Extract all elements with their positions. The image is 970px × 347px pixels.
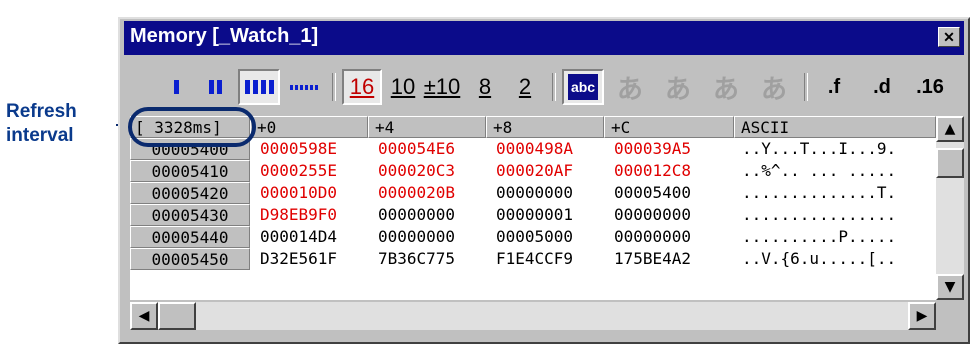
double-format-button[interactable]: .d bbox=[862, 69, 902, 105]
value-cell[interactable]: 00000000 bbox=[614, 226, 691, 248]
scroll-up-button[interactable]: ▲ bbox=[936, 116, 964, 142]
table-row: 00005410 0000255E 000020C3 000020AF 0000… bbox=[130, 160, 936, 182]
value-cell[interactable]: 0000255E bbox=[260, 160, 337, 182]
ascii-cell[interactable]: ................ bbox=[742, 204, 896, 226]
column-header-4: +4 bbox=[368, 116, 486, 138]
euc-mode-button[interactable]: あ bbox=[704, 69, 748, 105]
column-2-button[interactable] bbox=[198, 69, 232, 105]
address-cell[interactable]: 00005450 bbox=[130, 248, 250, 270]
radix-hex-button[interactable]: 16 bbox=[342, 69, 382, 105]
arrow-up-icon: ▲ bbox=[944, 121, 956, 137]
callout-line-1: Refresh bbox=[6, 101, 77, 122]
refresh-interval-callout: Refresh interval bbox=[6, 100, 77, 148]
ascii-cell[interactable]: ..V.{6.u.....[.. bbox=[742, 248, 896, 270]
close-button[interactable]: ✕ bbox=[938, 27, 960, 47]
two-columns-icon bbox=[208, 80, 222, 94]
value-cell[interactable]: 175BE4A2 bbox=[614, 248, 691, 270]
horizontal-scrollbar[interactable]: ◀ ▶ bbox=[130, 302, 936, 330]
toolbar-separator bbox=[804, 73, 808, 101]
column-header-0: +0 bbox=[250, 116, 368, 138]
abc-icon: abc bbox=[568, 74, 598, 100]
memory-window: Memory [_Watch_1] ✕ 16 10 ±10 8 2 abc あ … bbox=[118, 17, 970, 344]
column-8-button[interactable] bbox=[284, 69, 324, 105]
vertical-scroll-thumb[interactable] bbox=[936, 148, 964, 178]
arrow-left-icon: ◀ bbox=[138, 308, 150, 324]
value-cell[interactable]: 000012C8 bbox=[614, 160, 691, 182]
value-cell[interactable]: 00000000 bbox=[496, 182, 573, 204]
toolbar-separator bbox=[332, 73, 336, 101]
jis-mode-button[interactable]: あ bbox=[656, 69, 700, 105]
value-cell[interactable]: 000020AF bbox=[496, 160, 573, 182]
one-column-icon bbox=[173, 80, 179, 94]
ascii-cell[interactable]: ..Y...T...I...9. bbox=[742, 138, 896, 160]
memory-grid[interactable]: [ 3328ms] +0 +4 +8 +C ASCII 00005400 000… bbox=[130, 116, 936, 300]
value-cell[interactable]: 7B36C775 bbox=[378, 248, 455, 270]
unicode-mode-button[interactable]: あ bbox=[752, 69, 796, 105]
value-cell[interactable]: F1E4CCF9 bbox=[496, 248, 573, 270]
value-cell[interactable]: 00000001 bbox=[496, 204, 573, 226]
address-cell[interactable]: 00005440 bbox=[130, 226, 250, 248]
value-cell[interactable]: 00000000 bbox=[614, 204, 691, 226]
value-cell[interactable]: 000054E6 bbox=[378, 138, 455, 160]
address-cell[interactable]: 00005430 bbox=[130, 204, 250, 226]
arrow-right-icon: ▶ bbox=[916, 308, 928, 324]
value-cell[interactable]: 0000498A bbox=[496, 138, 573, 160]
address-cell[interactable]: 00005420 bbox=[130, 182, 250, 204]
scroll-down-button[interactable]: ▼ bbox=[936, 274, 964, 300]
float-format-button[interactable]: .f bbox=[814, 69, 854, 105]
int16-format-button[interactable]: .16 bbox=[910, 69, 950, 105]
ascii-cell[interactable]: ..........P..... bbox=[742, 226, 896, 248]
value-cell[interactable]: 00000000 bbox=[378, 226, 455, 248]
value-cell[interactable]: 00005400 bbox=[614, 182, 691, 204]
scroll-right-button[interactable]: ▶ bbox=[908, 302, 936, 330]
value-cell[interactable]: D98EB9F0 bbox=[260, 204, 337, 226]
column-header-ascii: ASCII bbox=[734, 116, 936, 138]
toolbar-separator bbox=[552, 73, 556, 101]
radix-signed-dec-button[interactable]: ±10 bbox=[422, 69, 462, 105]
value-cell[interactable]: 000014D4 bbox=[260, 226, 337, 248]
sjis-mode-button[interactable]: あ bbox=[608, 69, 652, 105]
arrow-down-icon: ▼ bbox=[944, 279, 956, 295]
ascii-cell[interactable]: ..%^.. ... ..... bbox=[742, 160, 896, 182]
column-header-c: +C bbox=[604, 116, 734, 138]
table-row: 00005420 000010D0 0000020B 00000000 0000… bbox=[130, 182, 936, 204]
value-cell[interactable]: 000020C3 bbox=[378, 160, 455, 182]
four-columns-icon bbox=[244, 80, 274, 94]
value-cell[interactable]: D32E561F bbox=[260, 248, 337, 270]
eight-columns-icon bbox=[290, 84, 318, 90]
value-cell[interactable]: 00005000 bbox=[496, 226, 573, 248]
value-cell[interactable]: 00000000 bbox=[378, 204, 455, 226]
refresh-interval-highlight bbox=[128, 107, 256, 147]
close-icon: ✕ bbox=[943, 29, 955, 45]
title-bar[interactable]: Memory [_Watch_1] ✕ bbox=[124, 21, 964, 55]
scroll-left-button[interactable]: ◀ bbox=[130, 302, 158, 330]
table-row: 00005400 0000598E 000054E6 0000498A 0000… bbox=[130, 138, 936, 160]
value-cell[interactable]: 0000598E bbox=[260, 138, 337, 160]
toolbar: 16 10 ±10 8 2 abc あ あ あ あ .f .d .16 bbox=[124, 65, 962, 109]
vertical-scrollbar[interactable]: ▲ ▼ bbox=[936, 116, 964, 300]
radix-bin-button[interactable]: 2 bbox=[510, 69, 540, 105]
value-cell[interactable]: 000010D0 bbox=[260, 182, 337, 204]
ascii-cell[interactable]: ..............T. bbox=[742, 182, 896, 204]
horizontal-scroll-thumb[interactable] bbox=[158, 302, 196, 330]
table-row: 00005440 000014D4 00000000 00005000 0000… bbox=[130, 226, 936, 248]
address-cell[interactable]: 00005410 bbox=[130, 160, 250, 182]
radix-oct-button[interactable]: 8 bbox=[470, 69, 500, 105]
table-row: 00005450 D32E561F 7B36C775 F1E4CCF9 175B… bbox=[130, 248, 936, 270]
value-cell[interactable]: 000039A5 bbox=[614, 138, 691, 160]
callout-line-2: interval bbox=[6, 125, 74, 146]
value-cell[interactable]: 0000020B bbox=[378, 182, 455, 204]
column-4-button[interactable] bbox=[238, 69, 280, 105]
window-title: Memory [_Watch_1] bbox=[130, 25, 319, 47]
column-1-button[interactable] bbox=[164, 69, 188, 105]
column-header-8: +8 bbox=[486, 116, 604, 138]
ascii-mode-button[interactable]: abc bbox=[562, 69, 604, 105]
table-row: 00005430 D98EB9F0 00000000 00000001 0000… bbox=[130, 204, 936, 226]
radix-dec-button[interactable]: 10 bbox=[386, 69, 420, 105]
